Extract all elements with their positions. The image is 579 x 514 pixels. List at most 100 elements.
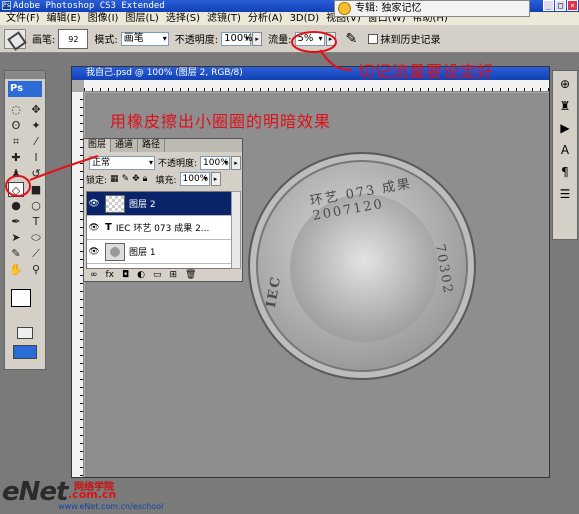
- eraser-preset-icon[interactable]: [4, 28, 26, 49]
- erase-to-history-checkbox[interactable]: [367, 33, 378, 44]
- lock-all-icon[interactable]: 🔒︎: [143, 174, 148, 184]
- foreground-color-swatch[interactable]: [11, 289, 31, 307]
- history-brush-icon[interactable]: ↺: [28, 166, 44, 181]
- path-selection-icon[interactable]: ➤: [8, 230, 24, 245]
- fill-arrow[interactable]: ▸: [210, 172, 221, 186]
- hand-icon[interactable]: ✋: [8, 262, 24, 277]
- quick-mask-icon[interactable]: [17, 327, 33, 339]
- layer-list-scrollbar[interactable]: [231, 191, 241, 269]
- menu-layer[interactable]: 图层(L): [122, 12, 162, 25]
- character-icon[interactable]: A: [555, 141, 575, 159]
- visibility-eye-icon[interactable]: 👁︎: [87, 247, 101, 257]
- close-icon[interactable]: ×: [567, 0, 578, 11]
- actions-icon[interactable]: ▶: [555, 119, 575, 137]
- layer-opacity-arrow[interactable]: ▸: [231, 155, 242, 170]
- layers-panel-footer: ∞ fx ◘ ◐ ▭ ⊞ 🗑︎: [90, 270, 196, 280]
- opacity-label: 不透明度:: [174, 35, 219, 46]
- lock-transparency-icon[interactable]: ▦: [110, 174, 119, 184]
- brush-picker[interactable]: 92: [58, 28, 89, 49]
- brush-icon[interactable]: ⅼ: [28, 150, 44, 165]
- music-popup-text: 专辑: 独家记忆: [355, 3, 422, 14]
- layer-row[interactable]: 👁︎ 图层 1: [87, 240, 231, 264]
- layer-row[interactable]: 👁︎ T IEC 环艺 073 成果 2...: [87, 216, 231, 240]
- zoom-icon[interactable]: ⚲: [28, 262, 44, 277]
- menu-image[interactable]: 图像(I): [85, 12, 123, 25]
- coin-artwork[interactable]: 环艺 073 成果 2007120 IEC 70302: [248, 152, 476, 380]
- tab-layers[interactable]: 图层: [84, 139, 112, 152]
- layers-panel-tabs: 图层 通道 路径: [84, 139, 242, 152]
- maximize-icon[interactable]: □: [555, 0, 566, 11]
- mode-dropdown[interactable]: 画笔: [120, 31, 169, 46]
- magic-wand-icon[interactable]: ✦: [28, 118, 44, 133]
- paragraph-icon[interactable]: ¶: [555, 163, 575, 181]
- flow-slider-arrow[interactable]: ▸: [325, 31, 336, 46]
- flow-input[interactable]: 5%: [294, 31, 325, 46]
- options-bar: 画笔: 92 模式: 画笔 不透明度: 100% ▸ 流量: 5% ▸ ✎ 抹到…: [0, 25, 579, 53]
- menu-3d[interactable]: 3D(D): [287, 12, 324, 25]
- link-layers-icon[interactable]: ∞: [90, 270, 98, 280]
- clone-stamp-icon[interactable]: ♟: [8, 166, 24, 181]
- visibility-eye-icon[interactable]: 👁︎: [87, 199, 101, 209]
- layer-name: IEC 环艺 073 成果 2...: [115, 224, 210, 234]
- type-icon[interactable]: T: [28, 214, 44, 229]
- notes-icon[interactable]: ✎: [8, 246, 24, 261]
- visibility-eye-icon[interactable]: 👁︎: [87, 223, 101, 233]
- blur-icon[interactable]: ●: [8, 198, 24, 213]
- tools-palette: Ps ◌ ✥ ʘ ✦ ⌗ ⁄ ✚ ⅼ ♟ ↺ ◇ ■ ● ○ ✒ T ➤ ⬭ ✎…: [4, 70, 46, 370]
- opacity-slider-arrow[interactable]: ▸: [252, 31, 263, 46]
- layer-name: 图层 2: [129, 200, 156, 210]
- eyedropper-icon[interactable]: ⟋: [28, 246, 44, 261]
- brush-size: 92: [68, 34, 79, 44]
- airbrush-icon[interactable]: ✎: [346, 31, 362, 47]
- shape-icon[interactable]: ⬭: [28, 230, 44, 245]
- new-group-icon[interactable]: ▭: [153, 270, 162, 280]
- coin-text-right: 70302: [431, 242, 456, 297]
- layer-opacity-input[interactable]: 100%: [200, 155, 231, 170]
- brushes-icon[interactable]: ☰: [555, 185, 575, 203]
- app-title: Adobe Photoshop CS3 Extended: [13, 1, 165, 11]
- layer-mask-icon[interactable]: ◘: [122, 270, 129, 280]
- menu-file[interactable]: 文件(F): [3, 12, 44, 25]
- tab-channels[interactable]: 通道: [111, 139, 139, 152]
- eraser-icon[interactable]: ◇: [8, 182, 24, 197]
- layer-thumbnail: [105, 242, 125, 261]
- pen-icon[interactable]: ✒: [8, 214, 24, 229]
- watermark-url: www.eNet.com.cn/eschool: [58, 502, 164, 511]
- photoshop-icon: Ps: [2, 1, 11, 10]
- blend-mode-dropdown[interactable]: 正常: [89, 155, 155, 170]
- history-icon[interactable]: ♜: [555, 97, 575, 115]
- lock-image-icon[interactable]: ✎: [122, 174, 130, 184]
- brush-label: 画笔:: [32, 35, 56, 46]
- menu-select[interactable]: 选择(S): [163, 12, 204, 25]
- text-layer-icon: T: [105, 222, 112, 233]
- layer-style-icon[interactable]: fx: [106, 270, 115, 280]
- lasso-icon[interactable]: ʘ: [8, 118, 24, 133]
- menu-analysis[interactable]: 分析(A): [245, 12, 287, 25]
- photoshop-logo[interactable]: Ps: [8, 81, 42, 97]
- dodge-icon[interactable]: ○: [28, 198, 44, 213]
- menu-filter[interactable]: 滤镜(T): [204, 12, 245, 25]
- window-controls: _ □ ×: [543, 0, 578, 11]
- crop-icon[interactable]: ⌗: [8, 134, 24, 149]
- lock-position-icon[interactable]: ✥: [132, 174, 140, 184]
- tab-paths[interactable]: 路径: [138, 139, 166, 152]
- slice-icon[interactable]: ⁄: [28, 134, 44, 149]
- fill-value: 100%: [182, 174, 209, 184]
- new-layer-icon[interactable]: ⊞: [170, 270, 178, 280]
- fill-input[interactable]: 100%: [179, 172, 210, 186]
- screen-mode-icon[interactable]: [13, 345, 37, 359]
- tools-palette-header[interactable]: [5, 71, 45, 79]
- layer-row[interactable]: 👁︎ 图层 2: [87, 192, 231, 216]
- move-icon[interactable]: ✥: [28, 102, 44, 117]
- delete-layer-icon[interactable]: 🗑︎: [185, 270, 196, 280]
- smiley-icon: [338, 2, 351, 15]
- minimize-icon[interactable]: _: [543, 0, 554, 11]
- coin-text-left: IEC: [263, 274, 285, 309]
- healing-brush-icon[interactable]: ✚: [8, 150, 24, 165]
- navigator-icon[interactable]: ⊕: [555, 75, 575, 93]
- menu-edit[interactable]: 编辑(E): [44, 12, 85, 25]
- marquee-icon[interactable]: ◌: [8, 102, 24, 117]
- gradient-icon[interactable]: ■: [28, 182, 44, 197]
- adjustment-layer-icon[interactable]: ◐: [137, 270, 145, 280]
- opacity-input[interactable]: 100%: [221, 31, 253, 46]
